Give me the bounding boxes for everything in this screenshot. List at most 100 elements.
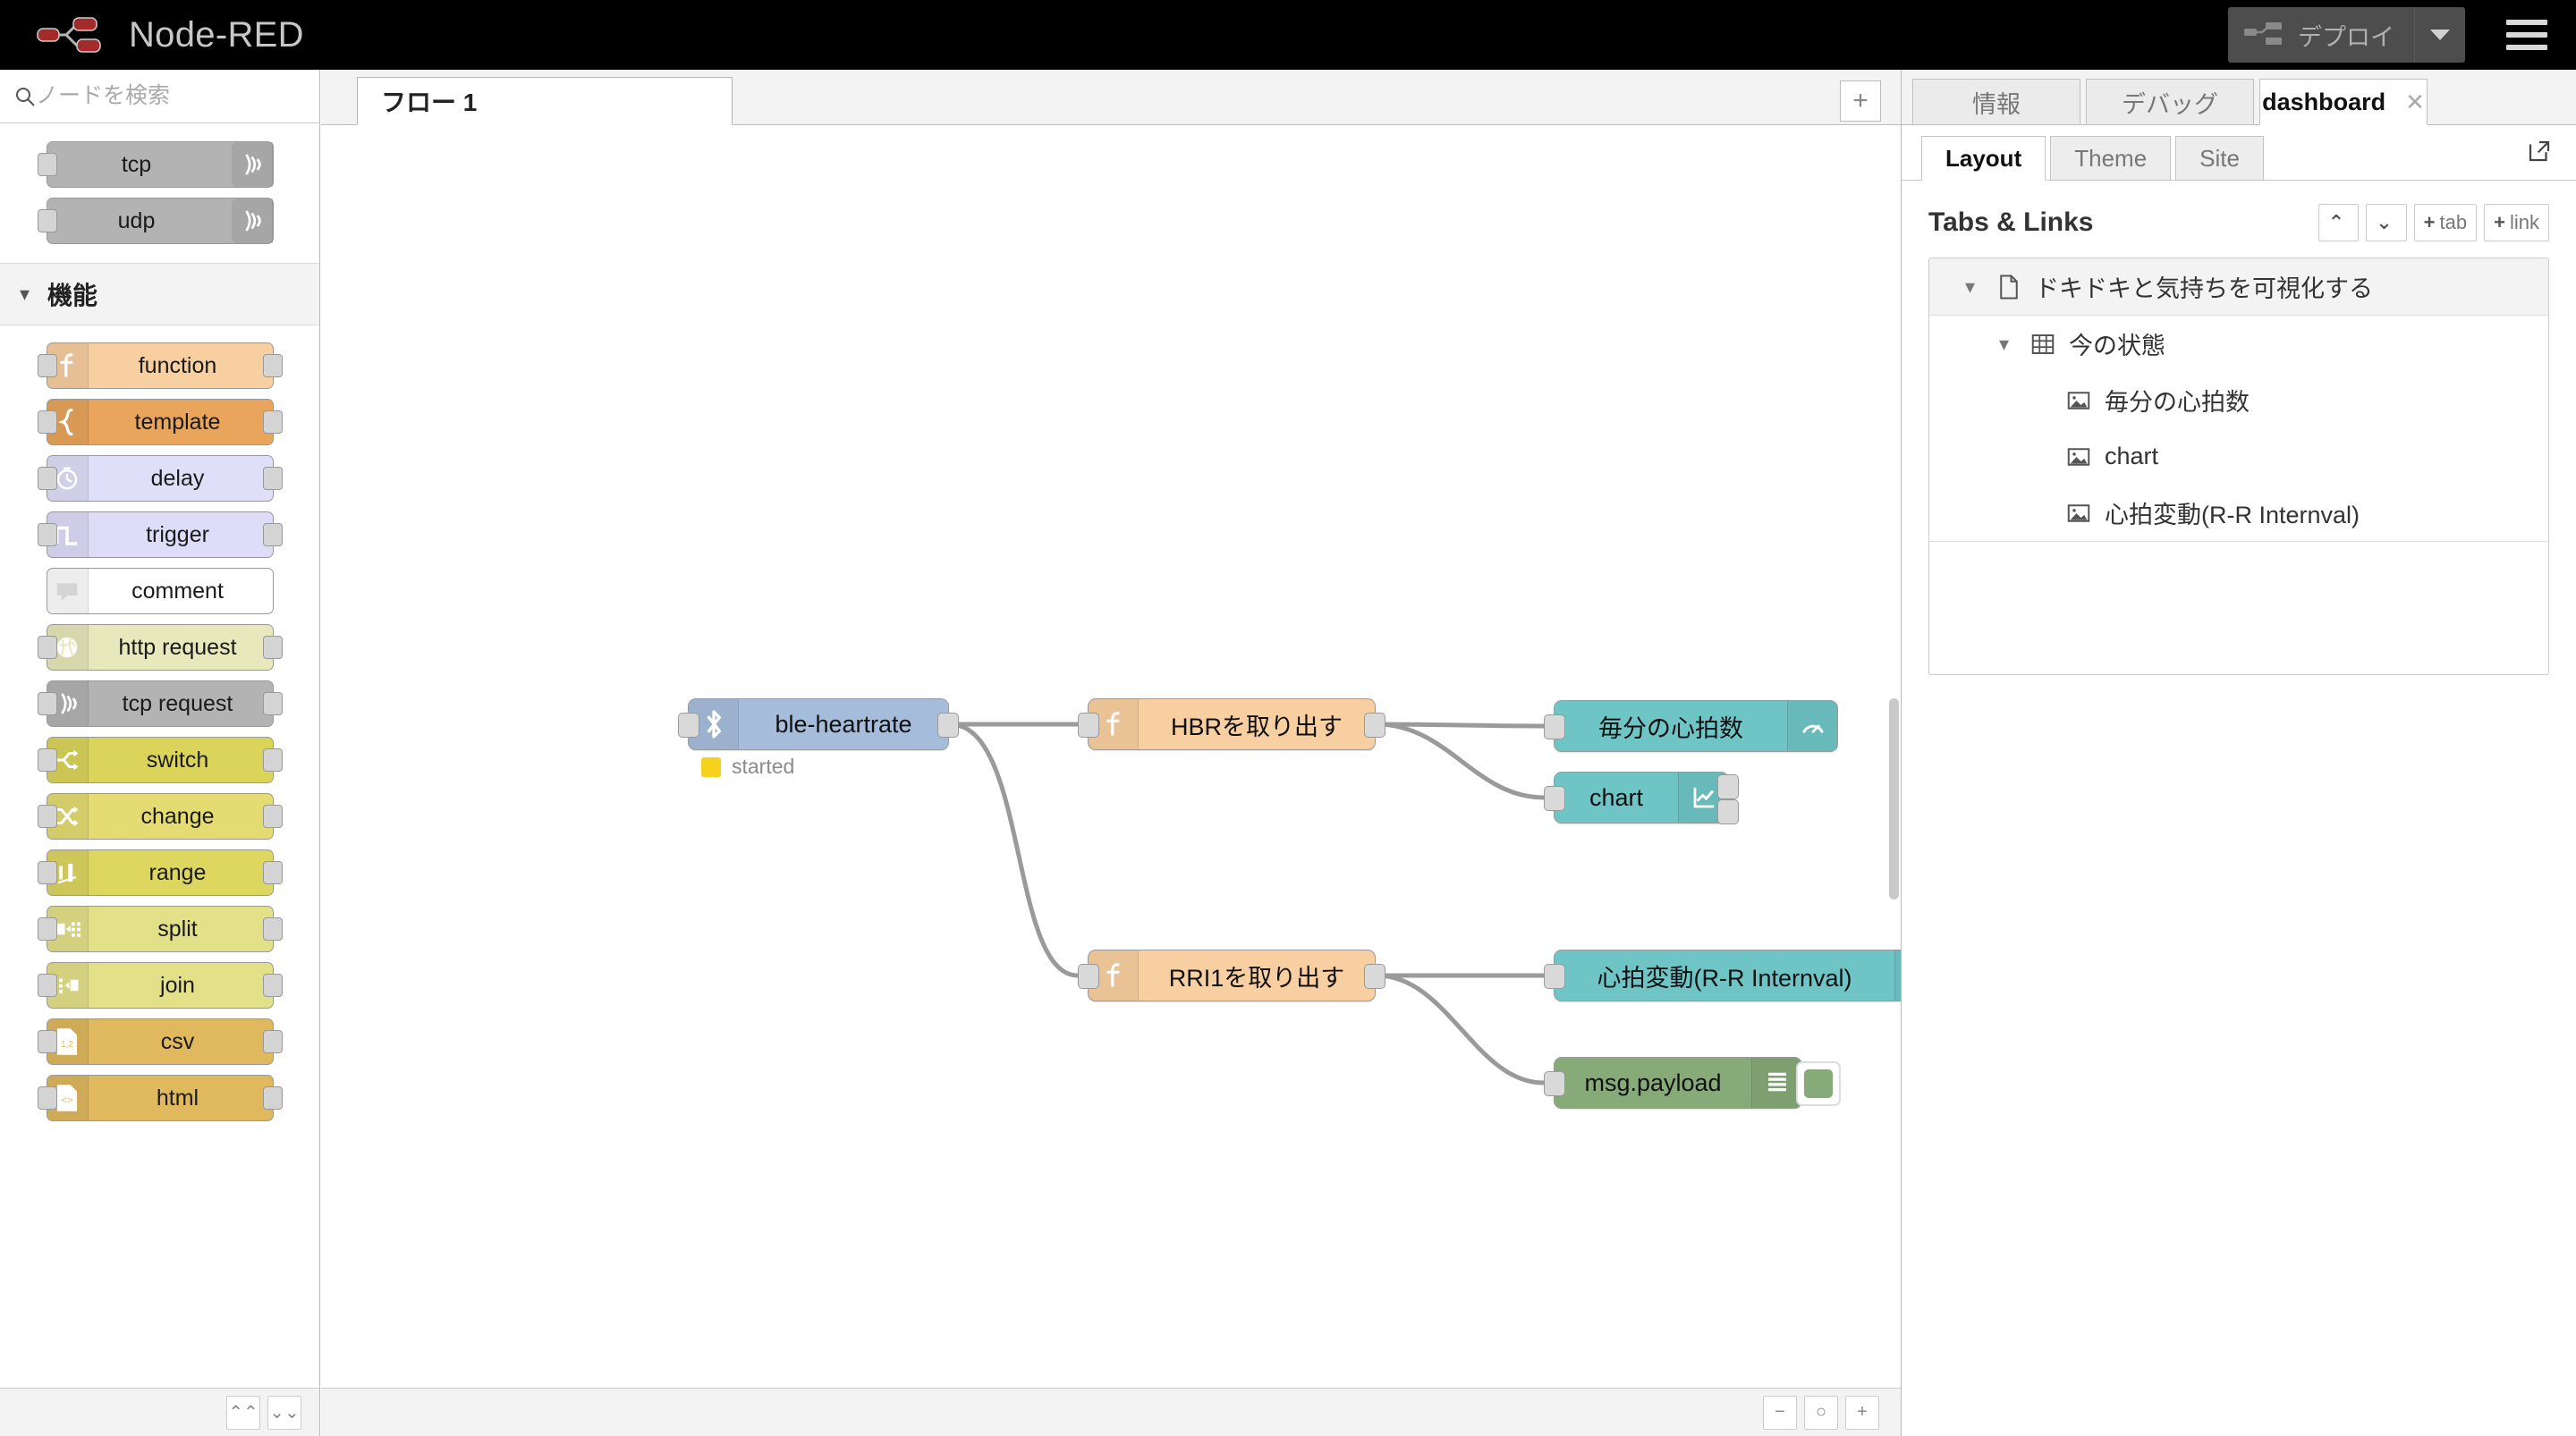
add-flow-tab-button[interactable]: + <box>1840 80 1881 122</box>
zoom-out-button[interactable]: − <box>1763 1395 1797 1430</box>
palette-node-html[interactable]: <> html <box>37 1075 283 1121</box>
palette-node-join[interactable]: join <box>37 962 283 1009</box>
palette-node-tcp-request[interactable]: tcp request <box>37 680 283 727</box>
palette-node-function[interactable]: function <box>37 342 283 389</box>
node-input-port[interactable] <box>1544 1071 1565 1096</box>
node-output-port[interactable] <box>937 713 959 738</box>
hamburger-menu-icon[interactable] <box>2506 20 2547 50</box>
chevron-down-icon[interactable]: ▾ <box>1999 333 2029 356</box>
collapse-all-button[interactable]: ⌃⌃ <box>226 1395 260 1430</box>
dashboard-subtab-site[interactable]: Site <box>2175 136 2264 181</box>
palette-node-delay[interactable]: delay <box>37 455 283 502</box>
flow-node-debug[interactable]: msg.payload <box>1544 1057 1841 1109</box>
palette-node-csv[interactable]: 1,2 csv <box>37 1018 283 1065</box>
expand-all-button[interactable]: ⌄⌄ <box>267 1395 301 1430</box>
palette-node-udp[interactable]: udp <box>37 198 274 244</box>
palette-node-split[interactable]: split <box>37 906 283 952</box>
node-input-port[interactable] <box>37 1086 57 1110</box>
tree-item-4[interactable]: 心拍変動(R-R Internval) <box>1929 485 2548 541</box>
flow-tab-1[interactable]: フロー 1 <box>357 77 733 125</box>
node-input-port[interactable] <box>37 974 57 997</box>
dashboard-subtab-theme[interactable]: Theme <box>2050 136 2172 181</box>
palette-category-header-function[interactable]: ▾ 機能 <box>0 263 319 325</box>
node-output-port[interactable] <box>1717 799 1739 824</box>
zoom-in-button[interactable]: + <box>1845 1395 1879 1430</box>
node-output-port[interactable] <box>262 917 283 941</box>
deploy-button-main[interactable]: デプロイ <box>2228 7 2415 63</box>
node-output-port[interactable] <box>262 805 283 828</box>
node-output-port[interactable] <box>262 410 283 434</box>
node-input-port[interactable] <box>37 805 57 828</box>
node-output-port[interactable] <box>262 1086 283 1110</box>
node-output-port[interactable] <box>1364 964 1385 989</box>
tree-item-3[interactable]: chart <box>1929 428 2548 485</box>
palette-node-trigger[interactable]: trigger <box>37 511 283 558</box>
node-output-port[interactable] <box>1717 774 1739 799</box>
flow-node-ble[interactable]: ble-heartrate started <box>678 698 959 778</box>
node-input-port[interactable] <box>37 153 57 176</box>
node-output-port[interactable] <box>262 354 283 377</box>
node-output-port[interactable] <box>262 1030 283 1053</box>
node-input-port[interactable] <box>37 692 57 715</box>
flow-canvas[interactable]: ble-heartrate started HBRを取り出す RRI1を取り出す 毎分… <box>321 126 1901 1388</box>
palette-node-http-request[interactable]: http request <box>37 624 283 671</box>
node-output-port[interactable] <box>1364 713 1385 738</box>
sidebar-tab-dashboard[interactable]: dashboard ✕ <box>2259 79 2428 125</box>
dashboard-subtab-layout[interactable]: Layout <box>1921 136 2046 181</box>
flow-node-hbr[interactable]: HBRを取り出す <box>1078 698 1385 750</box>
expand-all-button[interactable]: ⌄ <box>2366 204 2407 241</box>
node-input-port[interactable] <box>37 748 57 772</box>
tree-item-2[interactable]: 毎分の心拍数 <box>1929 372 2548 428</box>
palette-node-change[interactable]: change <box>37 793 283 840</box>
node-input-port[interactable] <box>37 861 57 884</box>
node-output-port[interactable] <box>262 523 283 546</box>
canvas-vertical-scrollbar[interactable] <box>1889 698 1899 900</box>
tree-item-1[interactable]: ▾ 今の状態 <box>1929 316 2548 372</box>
sidebar-tab-情報[interactable]: 情報 <box>1912 79 2080 125</box>
node-input-port[interactable] <box>1078 964 1099 989</box>
node-input-port[interactable] <box>37 467 57 490</box>
node-input-port[interactable] <box>37 1030 57 1053</box>
node-input-port[interactable] <box>1544 714 1565 739</box>
sidebar-tab-デバッグ[interactable]: デバッグ <box>2086 79 2254 125</box>
node-input-port[interactable] <box>37 209 57 232</box>
chevron-down-icon[interactable]: ▾ <box>1965 275 1996 299</box>
flow-node-hrv[interactable]: 心拍変動(R-R Internval) <box>1544 950 1901 1001</box>
add-tab-button[interactable]: + tab <box>2413 204 2478 241</box>
palette-node-switch[interactable]: switch <box>37 737 283 783</box>
node-input-port[interactable] <box>37 410 57 434</box>
tree-item-0[interactable]: ▾ ドキドキと気持ちを可視化する <box>1929 258 2548 315</box>
node-input-port[interactable] <box>1544 786 1565 811</box>
dashboard-layout-tree[interactable]: ▾ ドキドキと気持ちを可視化する ▾ 今の状態 毎分の心拍数 chart 心拍変動(R-R … <box>1928 258 2549 675</box>
palette-node-comment[interactable]: comment <box>46 568 274 614</box>
debug-toggle-button[interactable] <box>1796 1061 1841 1106</box>
node-input-port[interactable] <box>37 636 57 659</box>
node-output-port[interactable] <box>262 861 283 884</box>
deploy-button[interactable]: デプロイ <box>2228 7 2465 63</box>
deploy-dropdown-toggle[interactable] <box>2415 7 2465 63</box>
node-output-port[interactable] <box>262 467 283 490</box>
flow-node-gauge[interactable]: 毎分の心拍数 <box>1544 700 1838 752</box>
node-output-port[interactable] <box>262 748 283 772</box>
node-input-port[interactable] <box>678 713 699 738</box>
open-dashboard-button[interactable] <box>2526 138 2553 169</box>
palette-node-template[interactable]: template <box>37 399 283 445</box>
collapse-all-button[interactable]: ⌃ <box>2318 204 2360 241</box>
palette-node-range[interactable]: range <box>37 849 283 896</box>
node-output-port[interactable] <box>262 692 283 715</box>
add-link-button[interactable]: + link <box>2484 204 2549 241</box>
node-output-port[interactable] <box>262 636 283 659</box>
node-input-port[interactable] <box>37 917 57 941</box>
palette-node-tcp[interactable]: tcp <box>37 141 274 188</box>
node-input-port[interactable] <box>37 523 57 546</box>
flow-node-chart[interactable]: chart <box>1544 772 1739 824</box>
close-icon[interactable]: ✕ <box>2405 89 2425 116</box>
node-input-port[interactable] <box>37 354 57 377</box>
node-input-port[interactable] <box>1078 713 1099 738</box>
palette-scroll-area[interactable]: tcp udp ▾ 機能 function template delay trigger… <box>0 124 319 1388</box>
node-input-port[interactable] <box>1544 964 1565 989</box>
flow-node-rri[interactable]: RRI1を取り出す <box>1078 950 1385 1001</box>
zoom-reset-button[interactable]: ○ <box>1804 1395 1838 1430</box>
search-input[interactable] <box>36 83 324 109</box>
node-output-port[interactable] <box>262 974 283 997</box>
